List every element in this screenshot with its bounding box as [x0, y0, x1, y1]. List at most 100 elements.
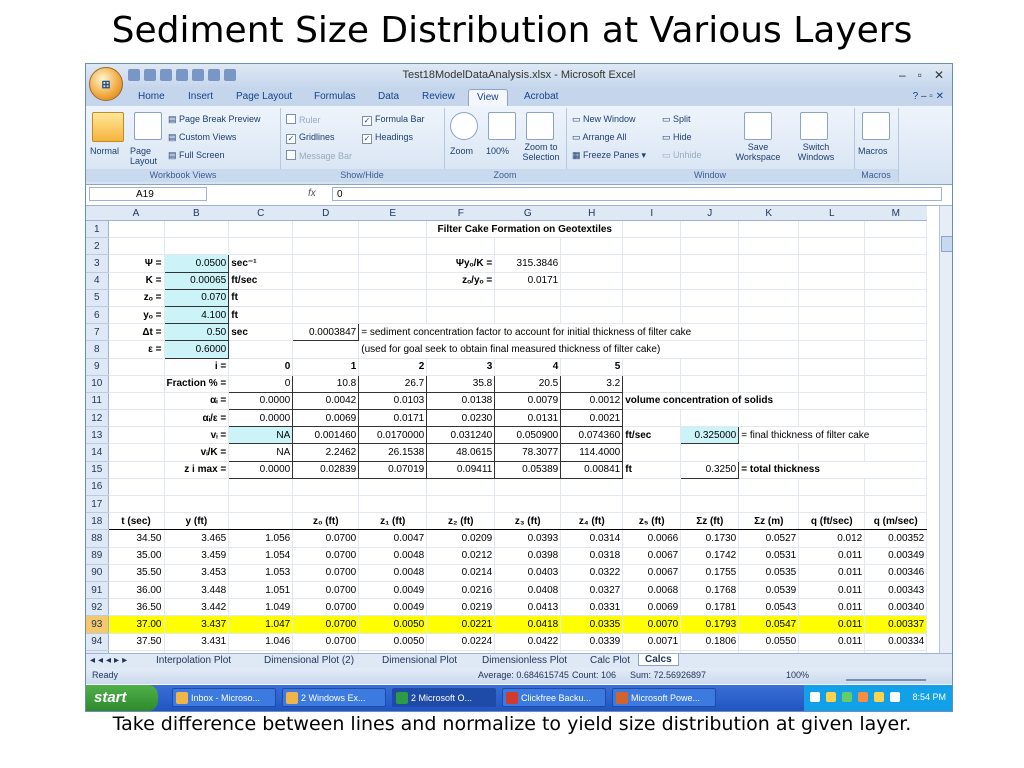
cell[interactable]: 3.437: [164, 615, 230, 634]
cell[interactable]: 0.011: [798, 615, 866, 634]
page-layout-button[interactable]: Page Layout: [130, 146, 160, 166]
column-label[interactable]: Σz (m): [738, 512, 800, 531]
name-box[interactable]: A19: [89, 187, 207, 201]
cell[interactable]: [864, 443, 928, 462]
cell[interactable]: 0.0339: [560, 633, 624, 651]
cell[interactable]: 0.00340: [864, 598, 928, 617]
cell[interactable]: 0.0042: [292, 391, 360, 411]
macros-icon[interactable]: [862, 112, 890, 140]
cell[interactable]: [680, 358, 740, 376]
cell[interactable]: [108, 220, 165, 239]
split-button[interactable]: ▭ Split: [662, 114, 691, 125]
row-header[interactable]: 7: [86, 323, 109, 342]
tray-icon[interactable]: [810, 692, 820, 702]
cell[interactable]: 0.031240: [426, 426, 496, 445]
select-all-corner[interactable]: [86, 206, 109, 221]
cell[interactable]: [292, 272, 360, 290]
cell[interactable]: 0.1806: [680, 633, 740, 651]
tray-icon[interactable]: [842, 692, 852, 702]
cell[interactable]: 1: [292, 358, 360, 376]
cell[interactable]: 0.0209: [426, 529, 496, 548]
cell[interactable]: 5: [560, 358, 624, 376]
row-header[interactable]: 4: [86, 272, 109, 290]
row-header[interactable]: 93: [86, 615, 109, 634]
column-header[interactable]: L: [798, 206, 866, 221]
zoom-selection-icon[interactable]: [526, 112, 554, 140]
cell[interactable]: [494, 495, 562, 514]
column-label[interactable]: t (sec): [108, 512, 165, 531]
column-label[interactable]: z₃ (ft): [494, 512, 562, 531]
vertical-scrollbar[interactable]: [939, 206, 952, 653]
cell[interactable]: [426, 495, 496, 514]
cell[interactable]: K =: [108, 272, 165, 290]
cell[interactable]: [108, 461, 165, 479]
cell[interactable]: 0.50: [163, 323, 230, 342]
cell[interactable]: [680, 495, 740, 514]
cell[interactable]: zₒ =: [108, 289, 165, 307]
cell[interactable]: [738, 375, 800, 393]
minimize-icon[interactable]: –: [899, 68, 906, 82]
ruler-checkbox[interactable]: Ruler: [286, 114, 321, 125]
row-header[interactable]: 14: [86, 443, 109, 462]
tab-data[interactable]: Data: [378, 91, 399, 102]
cell[interactable]: [622, 443, 682, 462]
cell[interactable]: 0.02839: [292, 460, 360, 479]
help-icon[interactable]: ? – ▫ ✕: [913, 91, 944, 102]
arrange-all-button[interactable]: ▭ Arrange All: [572, 132, 627, 143]
cell[interactable]: 4: [494, 358, 562, 376]
hide-button[interactable]: ▭ Hide: [662, 132, 692, 143]
cell[interactable]: Fraction % =: [164, 375, 230, 393]
cell[interactable]: 0.011: [798, 598, 866, 617]
cell[interactable]: 315.3846: [494, 254, 562, 273]
normal-view-button[interactable]: Normal: [90, 146, 119, 156]
cell[interactable]: 0.0067: [622, 547, 682, 565]
cell[interactable]: 2: [358, 358, 428, 376]
cell[interactable]: [358, 254, 428, 273]
cell[interactable]: 0.00349: [864, 547, 928, 565]
cell[interactable]: 0.0422: [494, 633, 562, 651]
new-window-button[interactable]: ▭ New Window: [572, 114, 636, 125]
cell[interactable]: [864, 478, 928, 497]
formula-input[interactable]: 0: [332, 187, 942, 201]
sheet-nav-arrows[interactable]: ◂◂◂▸▸: [90, 655, 130, 666]
restore-icon[interactable]: ▫: [918, 68, 922, 82]
taskbar-item-clickfree[interactable]: Clickfree Backu...: [502, 688, 606, 707]
cell[interactable]: NA: [228, 426, 294, 445]
cell[interactable]: 0.6000: [163, 340, 230, 359]
cell[interactable]: 34.50: [108, 529, 165, 548]
cell[interactable]: [494, 289, 562, 307]
cell[interactable]: 26.7: [358, 374, 428, 393]
cell[interactable]: [680, 289, 740, 307]
cell[interactable]: 0.0539: [738, 581, 800, 600]
column-label[interactable]: z₀ (ft): [292, 512, 360, 531]
cell[interactable]: [560, 306, 624, 325]
cell[interactable]: ε =: [108, 340, 165, 359]
cell[interactable]: 0.0331: [560, 598, 624, 617]
cell[interactable]: zₒ/yₒ =: [426, 272, 496, 290]
zoom-to-selection-button[interactable]: Zoom to Selection: [520, 142, 562, 162]
cell[interactable]: [798, 237, 866, 256]
cell[interactable]: 0.1755: [680, 564, 740, 582]
row-header[interactable]: 15: [86, 461, 109, 479]
cell[interactable]: 0.0048: [358, 547, 428, 565]
cell[interactable]: 37.00: [108, 615, 165, 634]
column-header[interactable]: B: [164, 206, 230, 221]
cell[interactable]: 0.011: [798, 633, 866, 651]
cell[interactable]: [228, 237, 294, 256]
cell[interactable]: 3.448: [164, 581, 230, 600]
cell[interactable]: 0.0212: [426, 547, 496, 565]
column-header[interactable]: G: [494, 206, 562, 221]
cell[interactable]: 0.0322: [560, 564, 624, 582]
cell[interactable]: [680, 409, 740, 428]
cell[interactable]: 36.50: [108, 598, 165, 617]
cell[interactable]: [358, 220, 428, 239]
cell[interactable]: 0.0543: [738, 598, 800, 617]
column-header[interactable]: I: [622, 206, 682, 221]
cell[interactable]: 1.054: [228, 547, 294, 565]
row-header[interactable]: 9: [86, 358, 109, 376]
cell[interactable]: [864, 495, 928, 514]
cell[interactable]: [358, 306, 428, 325]
zoom-slider[interactable]: [846, 673, 926, 681]
cell[interactable]: [798, 495, 866, 514]
cell[interactable]: 0.00841: [560, 460, 624, 479]
